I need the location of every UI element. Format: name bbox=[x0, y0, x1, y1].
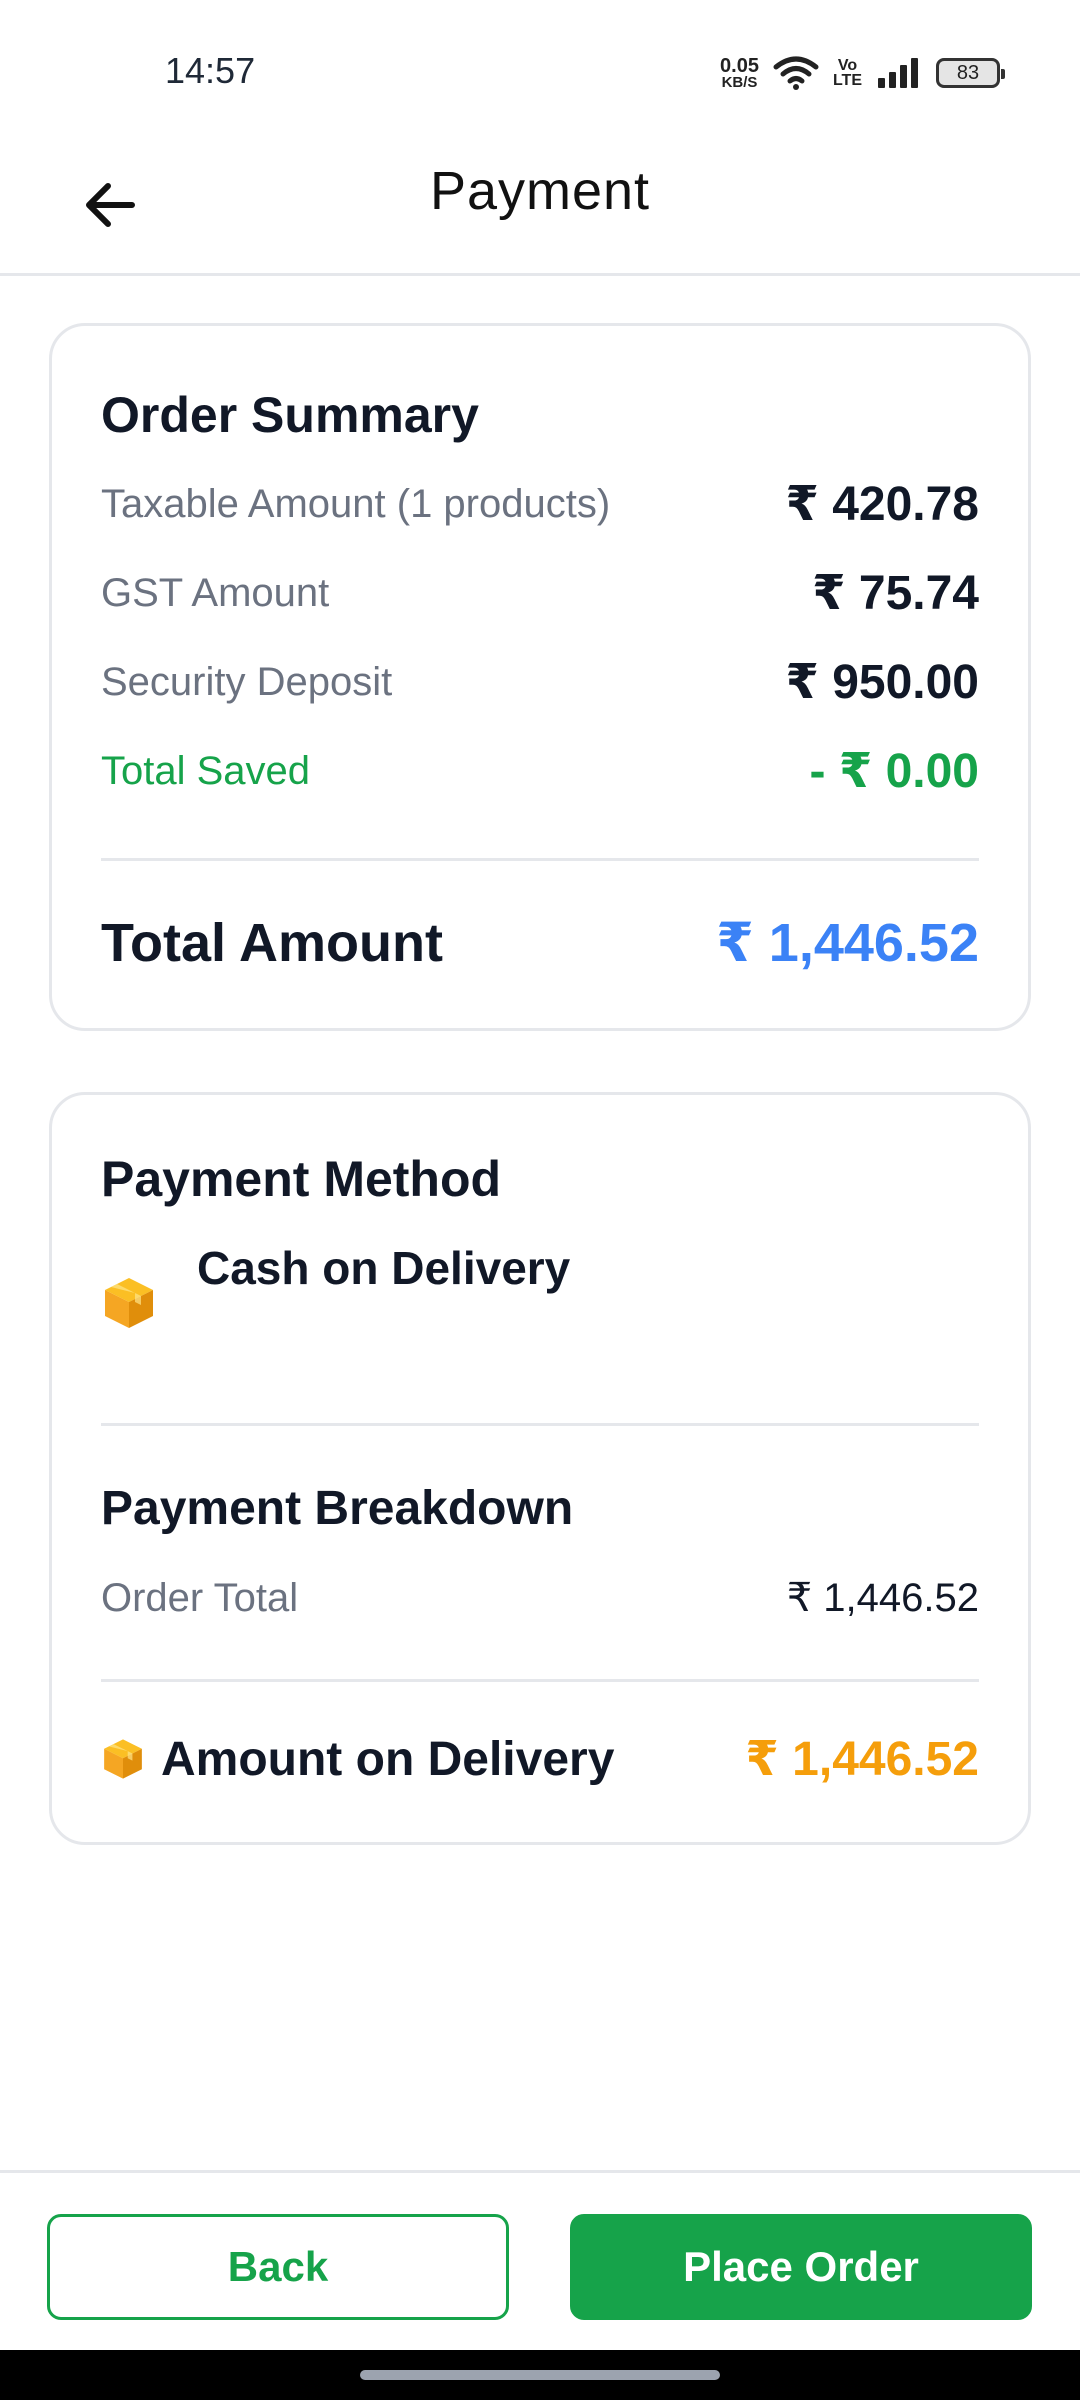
volte-icon: Vo LTE bbox=[832, 57, 862, 89]
page-title: Payment bbox=[429, 161, 651, 221]
home-indicator[interactable] bbox=[360, 2370, 720, 2380]
order-total-row: Order Total ₹ 1,446.52 bbox=[101, 1575, 979, 1621]
breakdown-divider bbox=[101, 1679, 979, 1682]
wifi-icon bbox=[773, 56, 819, 90]
box-icon bbox=[104, 1739, 142, 1779]
status-bar: 14:57 0.05 KB/S Vo LTE 83 bbox=[0, 0, 1080, 140]
back-button[interactable]: Back bbox=[47, 2214, 509, 2320]
place-order-button[interactable]: Place Order bbox=[570, 2214, 1032, 2320]
amount-on-delivery-value: ₹ 1,446.52 bbox=[745, 1733, 979, 1786]
status-icons: 0.05 KB/S Vo LTE 83 bbox=[720, 50, 1005, 96]
status-time: 14:57 bbox=[165, 50, 256, 91]
total-amount-label: Total Amount bbox=[101, 912, 443, 973]
app-header: Payment bbox=[0, 140, 1080, 276]
gst-amount-value: ₹ 75.74 bbox=[812, 567, 979, 620]
total-amount-row: Total Amount ₹ 1,446.52 bbox=[101, 911, 979, 974]
security-deposit-label: Security Deposit bbox=[101, 659, 393, 704]
payment-option-cod[interactable]: Cash on Delivery bbox=[101, 1242, 570, 1331]
order-total-label: Order Total bbox=[101, 1575, 299, 1620]
signal-icon bbox=[878, 58, 918, 88]
gst-amount-label: GST Amount bbox=[101, 570, 330, 615]
payment-method-card: Payment Method Cash on Delivery Payment … bbox=[49, 1092, 1031, 1845]
battery-icon: 83 bbox=[936, 58, 1005, 88]
footer-actions: Back Place Order bbox=[0, 2170, 1080, 2350]
box-icon bbox=[105, 1278, 153, 1328]
taxable-amount-value: ₹ 420.78 bbox=[785, 478, 979, 531]
taxable-amount-label: Taxable Amount (1 products) bbox=[101, 481, 611, 526]
system-nav-bar bbox=[0, 2350, 1080, 2400]
network-speed-value: 0.05 bbox=[720, 54, 759, 77]
order-summary-card: Order Summary Taxable Amount (1 products… bbox=[49, 323, 1031, 1031]
payment-method-label: Cash on Delivery bbox=[197, 1242, 571, 1294]
payment-divider bbox=[101, 1423, 979, 1426]
summary-row-gst: GST Amount ₹ 75.74 bbox=[101, 565, 979, 621]
summary-divider bbox=[101, 858, 979, 861]
total-saved-value: - ₹ 0.00 bbox=[809, 745, 979, 798]
amount-on-delivery-left: Amount on Delivery bbox=[101, 1732, 614, 1787]
total-amount-value: ₹ 1,446.52 bbox=[716, 913, 979, 973]
security-deposit-value: ₹ 950.00 bbox=[785, 656, 979, 709]
payment-breakdown-title: Payment Breakdown bbox=[101, 1482, 574, 1535]
payment-method-title: Payment Method bbox=[101, 1151, 502, 1207]
network-speed: 0.05 KB/S bbox=[720, 54, 759, 91]
battery-level: 83 bbox=[956, 61, 980, 84]
network-speed-unit: KB/S bbox=[721, 73, 758, 91]
summary-row-taxable: Taxable Amount (1 products) ₹ 420.78 bbox=[101, 476, 979, 532]
volte-top: Vo bbox=[837, 57, 858, 74]
volte-bottom: LTE bbox=[832, 72, 862, 89]
amount-on-delivery-row: Amount on Delivery ₹ 1,446.52 bbox=[101, 1731, 979, 1787]
order-summary-title: Order Summary bbox=[101, 387, 479, 443]
amount-on-delivery-label: Amount on Delivery bbox=[161, 1732, 615, 1786]
summary-row-saved: Total Saved - ₹ 0.00 bbox=[101, 743, 979, 799]
summary-row-deposit: Security Deposit ₹ 950.00 bbox=[101, 654, 979, 710]
total-saved-label: Total Saved bbox=[101, 748, 311, 793]
order-total-value: ₹ 1,446.52 bbox=[786, 1576, 979, 1620]
